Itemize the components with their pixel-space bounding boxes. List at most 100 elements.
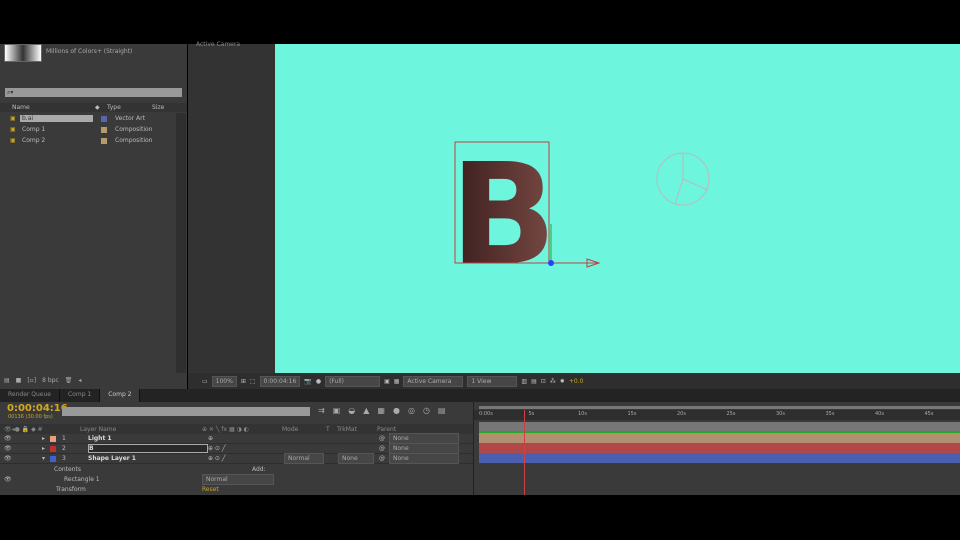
header-layer-name[interactable]: Layer Name (80, 426, 202, 433)
rectangle-label[interactable]: Rectangle 1 (64, 476, 202, 483)
expand-arrow-icon[interactable]: ▾ (42, 455, 50, 462)
resolution-dropdown[interactable]: (Full) (325, 375, 381, 387)
eye-icon[interactable]: 👁 (0, 445, 42, 452)
draft-3d-icon[interactable]: ▣ (333, 406, 341, 415)
expand-arrow-icon[interactable]: ▸ (42, 435, 50, 442)
eye-icon[interactable]: 👁 (0, 435, 42, 442)
brainstorm-icon[interactable]: ● (393, 406, 400, 415)
parent-dropdown[interactable]: None (389, 453, 459, 464)
grid-icon[interactable]: ⊞ (241, 378, 246, 385)
playhead[interactable] (523, 410, 525, 495)
time-ruler[interactable]: 0:00s 5s 10s 15s 20s 25s 30s 35s 40s 45s (474, 410, 960, 420)
new-comp-icon[interactable]: [▫] (27, 377, 36, 384)
exposure-value[interactable]: +0.0 (569, 378, 584, 385)
label-color[interactable] (50, 455, 56, 462)
exposure-icon[interactable]: ✹ (560, 378, 565, 385)
rect-blend-mode-dropdown[interactable]: Normal (202, 473, 274, 485)
roi-icon[interactable]: ⬚ (250, 378, 256, 385)
blend-mode-dropdown[interactable]: Normal (284, 453, 324, 464)
layer-duration-bar[interactable] (479, 433, 960, 443)
viewer-canvas[interactable]: B (275, 44, 960, 373)
trkmat-dropdown[interactable]: None (338, 453, 374, 464)
label-color-swatch[interactable] (101, 126, 107, 133)
light-gizmo[interactable] (656, 152, 710, 206)
reset-link[interactable]: Reset (202, 486, 219, 493)
transform-row[interactable]: Transform Reset (0, 484, 473, 494)
pickwhip-icon[interactable]: @ (379, 435, 389, 442)
new-folder-icon[interactable]: ■ (16, 377, 22, 384)
item-name[interactable]: b.ai (20, 115, 93, 122)
timeline-search-input[interactable] (62, 407, 310, 416)
timeline-icon[interactable]: ⊡ (541, 378, 546, 385)
frame-blending-icon[interactable]: ▲ (363, 406, 369, 415)
contents-label[interactable]: Contents (0, 466, 250, 473)
timeline-timecode[interactable]: 0:00:04:16 (7, 403, 68, 414)
snapshot-icon[interactable]: 📷 (304, 378, 311, 385)
always-preview-icon[interactable]: ▭ (202, 378, 208, 385)
shy-icon[interactable]: ◒ (348, 406, 355, 415)
pickwhip-icon[interactable]: @ (379, 445, 389, 452)
timeline-graph[interactable]: 0:00s 5s 10s 15s 20s 25s 30s 35s 40s 45s (473, 402, 960, 495)
view-layout-dropdown[interactable]: 1 View (467, 375, 518, 387)
col-type[interactable]: Type (107, 103, 152, 112)
flowchart-icon[interactable]: ⁂ (550, 378, 556, 385)
header-parent[interactable]: Parent (377, 426, 396, 433)
layer-switches[interactable]: ⊕ ⊙ ╱ (208, 445, 284, 452)
project-scrollbar[interactable] (176, 113, 186, 373)
show-channel-icon[interactable]: ● (316, 378, 321, 385)
col-size[interactable]: Size (152, 103, 164, 112)
camera-dropdown[interactable]: Active Camera (403, 375, 464, 387)
fast-previews-icon[interactable]: ▤ (531, 378, 537, 385)
graph-editor-icon[interactable]: ◎ (408, 406, 415, 415)
pixel-aspect-icon[interactable]: ▥ (521, 378, 527, 385)
layer-name[interactable]: B (88, 444, 208, 453)
header-mode[interactable]: Mode (282, 426, 326, 433)
current-time-field[interactable]: 0:00:04:16 (259, 375, 301, 387)
layer-row[interactable]: 👁 ▾ 3 Shape Layer 1 ⊕ ⊙ ╱ Normal None @ None (0, 453, 473, 464)
trash-icon[interactable]: 🗑 (65, 377, 73, 384)
label-color-swatch[interactable] (101, 115, 107, 122)
project-search-input[interactable]: ⌕▾ (5, 88, 182, 97)
tab-comp-2[interactable]: Comp 2 (100, 389, 141, 402)
layer-name[interactable]: Shape Layer 1 (88, 455, 208, 462)
3d-letter-b[interactable]: B (450, 134, 557, 297)
eye-icon[interactable]: 👁 (0, 455, 42, 462)
scroll-left-icon[interactable]: ◂ (78, 377, 81, 384)
work-area-bar[interactable] (479, 406, 960, 409)
header-trkmat[interactable]: TrkMat (337, 426, 377, 433)
layer-duration-bar[interactable] (479, 443, 960, 453)
render-icon[interactable]: ▤ (438, 406, 446, 415)
fast-preview-icon[interactable]: ▦ (394, 378, 400, 385)
comp-mini-flowchart-icon[interactable]: ⇉ (318, 406, 325, 415)
item-name[interactable]: Comp 1 (20, 126, 93, 133)
label-color[interactable] (50, 445, 56, 452)
tab-render-queue[interactable]: Render Queue (0, 389, 60, 402)
layer-switches[interactable]: ⊕ ⊙ ╱ (208, 455, 284, 462)
item-name[interactable]: Comp 2 (20, 137, 93, 144)
composition-viewer[interactable]: B (275, 44, 960, 373)
tab-comp-1[interactable]: Comp 1 (60, 389, 101, 402)
project-item[interactable]: ▣ Comp 1 Composition (0, 124, 176, 135)
contents-row[interactable]: Contents Add: (0, 464, 473, 474)
layer-duration-bar[interactable] (479, 453, 960, 463)
layer-name[interactable]: Light 1 (88, 435, 208, 442)
rectangle-row[interactable]: 👁 Rectangle 1 Normal (0, 473, 473, 485)
zoom-dropdown[interactable]: 100% (211, 375, 237, 387)
project-item[interactable]: ▣ Comp 2 Composition (0, 135, 176, 146)
transform-label[interactable]: Transform (0, 486, 202, 493)
add-button[interactable]: Add: (252, 466, 266, 473)
layer-switches[interactable]: ⊕ (208, 435, 284, 442)
label-color[interactable] (50, 435, 56, 442)
col-name[interactable]: Name (0, 103, 95, 112)
bpc-button[interactable]: 8 bpc (42, 377, 59, 384)
project-item[interactable]: ▣ b.ai Vector Art (0, 113, 176, 124)
eye-icon[interactable]: 👁 (0, 476, 64, 483)
interpret-footage-icon[interactable]: ▤ (4, 377, 10, 384)
label-color-swatch[interactable] (101, 137, 107, 144)
transparency-grid-icon[interactable]: ▣ (384, 378, 390, 385)
expand-arrow-icon[interactable]: ▸ (42, 445, 50, 452)
motion-blur-icon[interactable]: ▦ (377, 406, 385, 415)
stopwatch-icon[interactable]: ◷ (423, 406, 430, 415)
anchor-point[interactable] (548, 260, 554, 266)
pickwhip-icon[interactable]: @ (379, 455, 389, 462)
